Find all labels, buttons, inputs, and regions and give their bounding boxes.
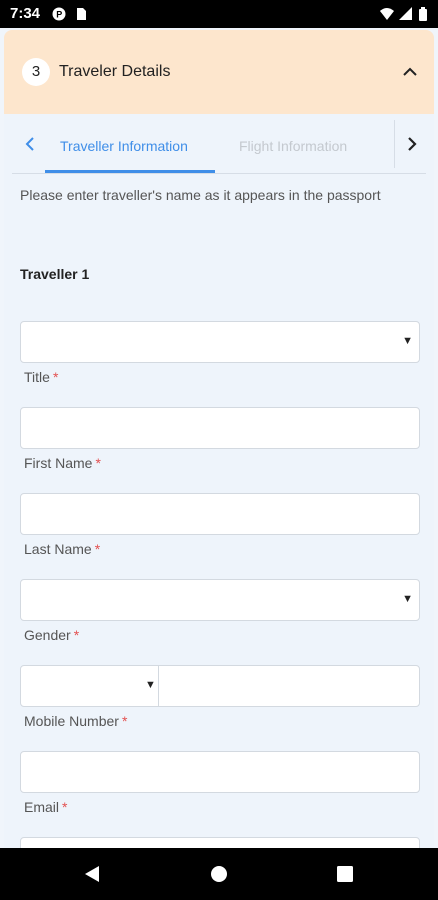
next-field-input[interactable] [20, 837, 420, 848]
section-title: Traveler Details [59, 63, 171, 80]
signal-icon [399, 7, 412, 20]
section-header[interactable]: 3 Traveler Details [4, 30, 434, 114]
tab-traveller-information[interactable]: Traveller Information [60, 138, 188, 154]
chevron-right-icon[interactable] [400, 132, 424, 156]
status-bar: 7:34 P [0, 0, 438, 28]
dropdown-caret-icon: ▼ [402, 593, 413, 605]
title-select[interactable]: ▼ [20, 321, 420, 363]
dropdown-caret-icon: ▼ [145, 679, 156, 691]
last-name-label: Last Name * [24, 541, 101, 557]
active-tab-indicator [45, 170, 215, 173]
back-icon[interactable] [80, 862, 104, 886]
traveler-details-panel: 3 Traveler Details Traveller Information… [4, 30, 434, 848]
svg-text:P: P [56, 10, 62, 20]
email-label: Email * [24, 799, 68, 815]
title-label: Title * [24, 369, 59, 385]
mobile-number-field: ▼ [20, 665, 420, 707]
traveller-heading: Traveller 1 [20, 266, 90, 282]
email-input[interactable] [20, 751, 420, 793]
dropdown-caret-icon: ▼ [402, 335, 413, 347]
home-icon[interactable] [207, 862, 231, 886]
p-circle-icon: P [52, 7, 66, 21]
recents-icon[interactable] [333, 862, 357, 886]
chevron-left-icon[interactable] [18, 132, 42, 156]
step-number-badge: 3 [22, 58, 50, 86]
mobile-number-label: Mobile Number * [24, 713, 128, 729]
tab-bar: Traveller Information Flight Information [12, 114, 426, 174]
first-name-label: First Name * [24, 455, 101, 471]
last-name-input[interactable] [20, 493, 420, 535]
country-code-select[interactable]: ▼ [21, 666, 159, 706]
first-name-input[interactable] [20, 407, 420, 449]
sim-card-icon [77, 8, 86, 20]
battery-icon [419, 7, 427, 21]
chevron-up-icon[interactable] [398, 60, 422, 84]
tab-divider [394, 120, 395, 168]
gender-select[interactable]: ▼ [20, 579, 420, 621]
status-time: 7:34 [10, 5, 41, 22]
tab-flight-information[interactable]: Flight Information [239, 138, 347, 154]
system-nav-bar [0, 848, 438, 900]
gender-label: Gender * [24, 627, 80, 643]
wifi-icon [380, 8, 394, 20]
passport-instructions: Please enter traveller's name as it appe… [20, 187, 381, 203]
